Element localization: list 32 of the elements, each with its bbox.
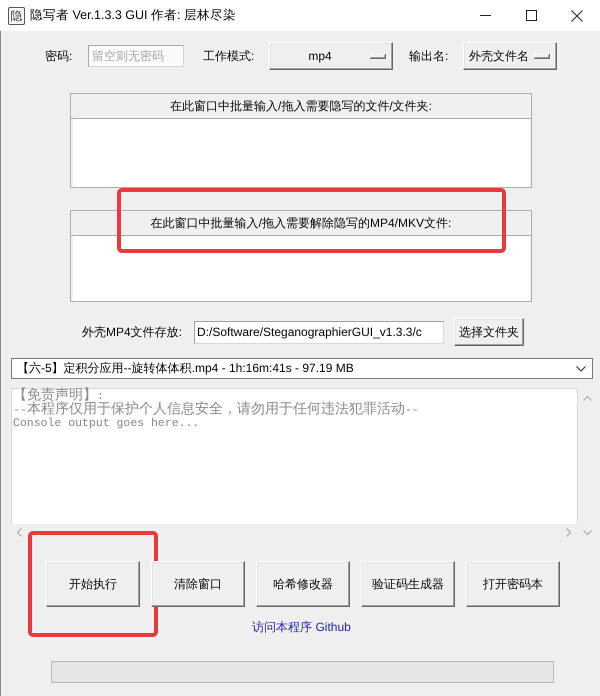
scroll-left-icon[interactable]: [17, 528, 22, 536]
scroll-right-icon[interactable]: [566, 528, 571, 536]
file-list-field[interactable]: [73, 236, 530, 301]
field-label: 工作模式:: [203, 48, 256, 64]
action-button[interactable]: 验证码生成器: [361, 561, 455, 607]
option-indicator-icon: [370, 54, 386, 58]
folder-path-field[interactable]: D:/Software/SteganographierGUI_v1.3.3/c: [194, 320, 444, 344]
action-button[interactable]: 打开密码本: [466, 561, 560, 607]
field-label: 输出名:: [409, 48, 450, 64]
dropdown-button[interactable]: mp4: [269, 42, 393, 70]
chevron-down-icon: [576, 366, 586, 372]
action-button[interactable]: 哈希修改器: [256, 561, 350, 607]
maximize-icon[interactable]: [526, 10, 536, 21]
field-label: 密码:: [45, 48, 74, 64]
action-button[interactable]: 清除窗口: [151, 561, 245, 607]
file-list-field[interactable]: [73, 119, 530, 187]
dropdown-button[interactable]: 外壳文件名: [463, 42, 557, 70]
close-icon[interactable]: [571, 10, 583, 22]
window-title: 隐写者 Ver.1.3.3 GUI 作者: 层林尽染: [30, 7, 236, 24]
input-field[interactable]: 留空则无密码: [88, 45, 184, 67]
app-icon: 隐: [8, 6, 25, 24]
folder-label: 外壳MP4文件存放:: [80, 324, 182, 340]
minimize-icon[interactable]: [480, 15, 490, 16]
file-select-dropdown[interactable]: 【六-5】定积分应用--旋转体体积.mp4 - 1h:16m:41s - 97.19 MB: [11, 358, 593, 379]
console-line: --本程序仅用于保护个人信息安全，请勿用于任何违法犯罪活动--: [13, 404, 419, 417]
option-indicator-icon: [534, 54, 550, 58]
action-button[interactable]: 开始执行: [46, 561, 140, 607]
scroll-up-icon[interactable]: [583, 396, 592, 401]
github-link[interactable]: 访问本程序 Github: [252, 620, 351, 634]
scroll-down-icon[interactable]: [583, 530, 592, 535]
console-line: Console output goes here...: [13, 417, 200, 430]
choose-folder-button[interactable]: 选择文件夹: [454, 318, 524, 346]
